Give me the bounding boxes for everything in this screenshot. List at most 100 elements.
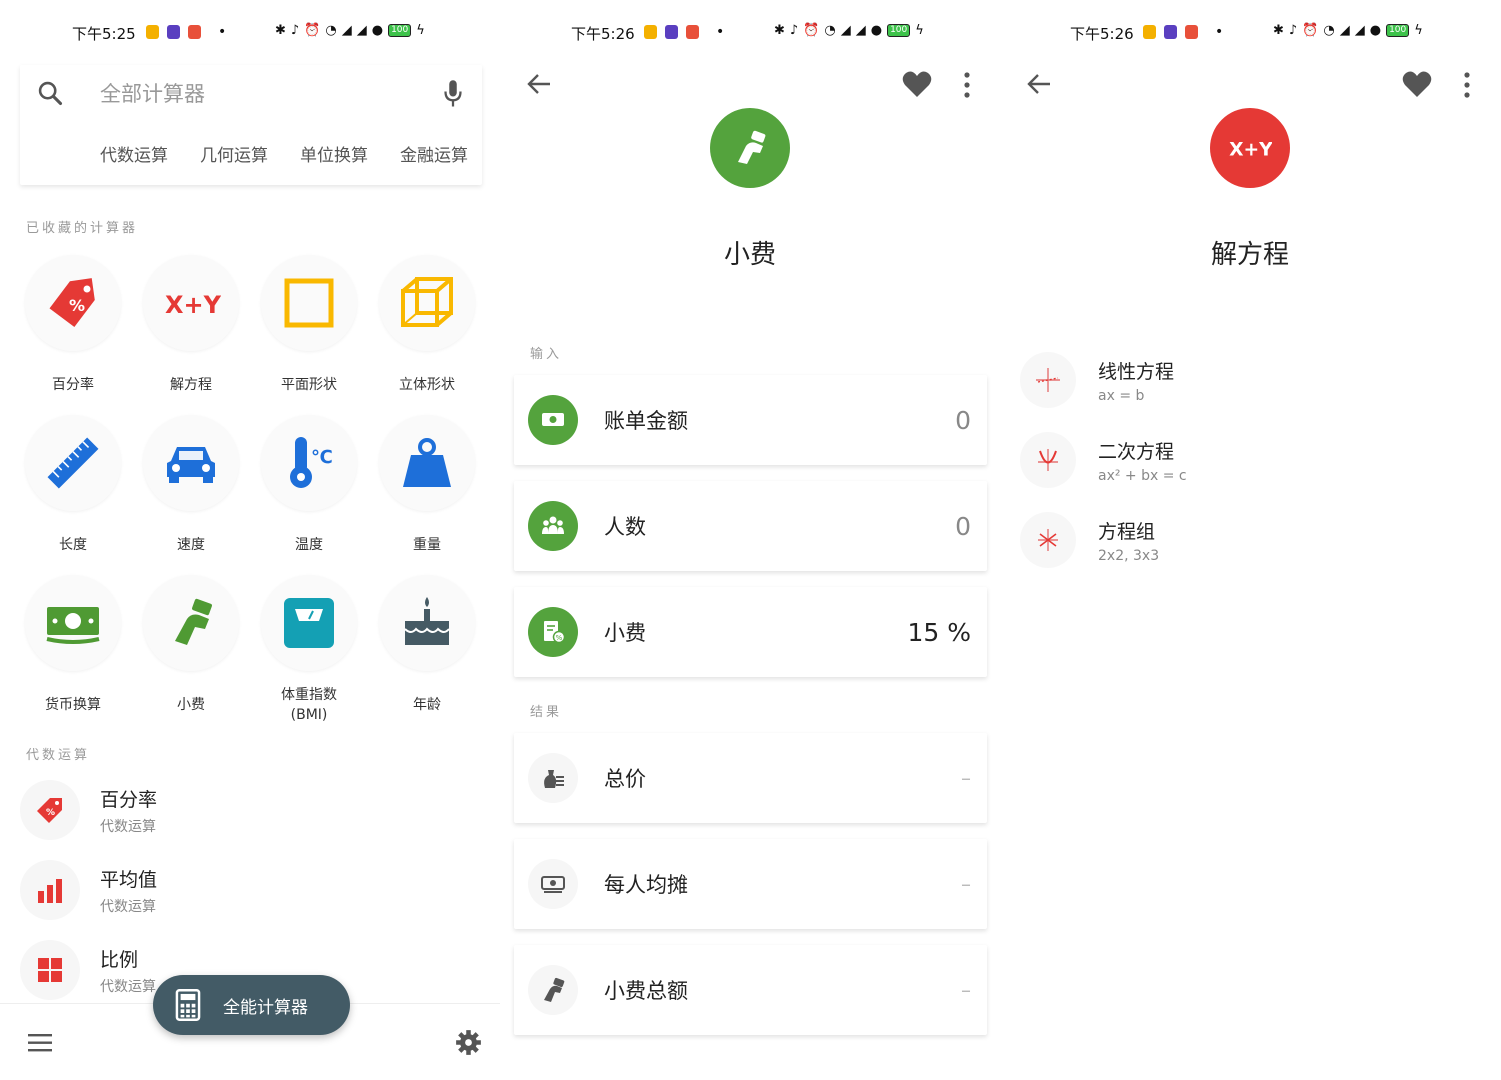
- list-item-title: 线性方程: [1098, 360, 1175, 383]
- tab-finance[interactable]: 金融运算: [400, 141, 468, 166]
- notification-app-icon: [644, 25, 657, 39]
- back-arrow-icon[interactable]: [1026, 72, 1052, 96]
- cube-icon: [401, 277, 453, 327]
- favorite-weight[interactable]: 重量: [368, 415, 486, 575]
- list-item-quadratic-equation[interactable]: 二次方程 ax² + bx = c: [1020, 420, 1480, 500]
- microphone-icon[interactable]: [442, 79, 464, 109]
- tip-percent-field[interactable]: % 小费 15 %: [514, 587, 987, 677]
- favorite-label: 解方程: [170, 377, 212, 393]
- back-arrow-icon[interactable]: [526, 72, 552, 96]
- gear-icon[interactable]: [455, 1029, 482, 1056]
- nfc-icon: ◔: [1323, 23, 1335, 38]
- bill-icon: [542, 413, 564, 426]
- bar-chart-icon: [38, 879, 62, 903]
- favorite-bmi[interactable]: 体重指数 (BMI): [250, 575, 368, 735]
- favorite-tip[interactable]: 小费: [132, 575, 250, 735]
- menu-icon[interactable]: [28, 1034, 52, 1052]
- tip-hero-icon: [710, 108, 790, 188]
- favorite-age[interactable]: 年龄: [368, 575, 486, 735]
- tip-percent-icon: %: [544, 621, 566, 644]
- list-item[interactable]: 平均值 代数运算: [20, 850, 480, 930]
- nfc-icon: ◔: [824, 23, 836, 38]
- category-tabs: 代数运算 几何运算 单位换算 金融运算: [100, 141, 468, 166]
- percent-tag-icon: %: [37, 798, 62, 823]
- favorite-plane-shapes[interactable]: 平面形状: [250, 255, 368, 415]
- people-icon: [542, 516, 564, 534]
- ruler-icon: [47, 437, 99, 489]
- status-indicators: ✱ ♪ ⏰ ◔ ◢ ◢ ● 100 ϟ: [774, 23, 924, 38]
- favorite-solid-shapes[interactable]: 立体形状: [368, 255, 486, 415]
- people-count-value[interactable]: 0: [955, 512, 971, 541]
- percent-tag-icon: %: [49, 278, 95, 328]
- favorite-heart-icon[interactable]: [1402, 70, 1432, 98]
- favorite-currency[interactable]: 货币换算: [14, 575, 132, 735]
- favorite-heart-icon[interactable]: [902, 70, 932, 98]
- money-bag-icon: [544, 770, 564, 788]
- svg-text:℃: ℃: [311, 447, 333, 468]
- favorite-label: 立体形状: [399, 377, 455, 393]
- status-dot: •: [1215, 24, 1224, 40]
- more-options-icon[interactable]: [1462, 72, 1472, 98]
- weight-icon: [403, 438, 451, 487]
- notification-app-icon: [1164, 25, 1177, 39]
- alarm-icon: ⏰: [304, 23, 321, 38]
- field-label: 每人均摊: [604, 873, 688, 897]
- system-graph-icon: [1038, 529, 1058, 551]
- list-item-title: 二次方程: [1098, 440, 1175, 463]
- tab-algebra[interactable]: 代数运算: [100, 141, 168, 166]
- favorites-grid: % 百分率 X+Y 解方程 平面形状 立体形状 长度 速度 ℃ 温度 重量 货币…: [14, 255, 494, 735]
- list-item-subtitle: 代数运算: [100, 978, 156, 995]
- algebra-list: % 百分率 代数运算 平均值 代数运算 比例 代数运算: [20, 770, 480, 1010]
- notification-app-icon: [1185, 25, 1198, 39]
- more-options-icon[interactable]: [962, 72, 972, 98]
- list-item-equation-system[interactable]: 方程组 2x2, 3x3: [1020, 500, 1480, 580]
- bill-amount-field[interactable]: 账单金额 0: [514, 375, 987, 465]
- signal-hd-icon: ◢: [356, 23, 367, 38]
- wifi-icon: ●: [1369, 23, 1382, 38]
- list-item-linear-equation[interactable]: 线性方程 ax = b: [1020, 340, 1480, 420]
- mute-icon: ♪: [789, 23, 799, 38]
- thermometer-icon: ℃: [290, 437, 333, 488]
- tip-percent-value[interactable]: 15 %: [907, 618, 971, 647]
- mute-icon: ♪: [1288, 23, 1298, 38]
- notification-app-icon: [146, 25, 159, 39]
- list-item[interactable]: % 百分率 代数运算: [20, 770, 480, 850]
- list-item-subtitle: ax = b: [1098, 387, 1145, 404]
- favorite-length[interactable]: 长度: [14, 415, 132, 575]
- favorite-equation[interactable]: X+Y 解方程: [132, 255, 250, 415]
- search-input[interactable]: [100, 79, 420, 109]
- status-dot: •: [716, 24, 725, 40]
- signal-icon: ◢: [341, 23, 352, 38]
- search-icon[interactable]: [36, 79, 64, 107]
- favorite-percentage[interactable]: % 百分率: [14, 255, 132, 415]
- tab-unit-conversion[interactable]: 单位换算: [300, 141, 368, 166]
- bill-amount-value[interactable]: 0: [955, 406, 971, 435]
- favorite-speed[interactable]: 速度: [132, 415, 250, 575]
- all-calculators-button[interactable]: 全能计算器: [153, 975, 350, 1035]
- people-count-field[interactable]: 人数 0: [514, 481, 987, 571]
- field-label: 总价: [604, 767, 646, 791]
- list-item-subtitle: ax² + bx = c: [1098, 467, 1187, 484]
- svg-text:%: %: [556, 634, 563, 642]
- field-label: 账单金额: [604, 409, 688, 433]
- favorite-temperature[interactable]: ℃ 温度: [250, 415, 368, 575]
- favorite-label: 百分率: [52, 377, 94, 393]
- signal-icon: ◢: [1339, 23, 1350, 38]
- battery-icon: 100: [1386, 24, 1410, 37]
- field-label: 小费: [604, 621, 646, 645]
- equation-icon: X+Y: [165, 291, 221, 319]
- list-item-subtitle: 代数运算: [100, 818, 156, 835]
- notification-app-icon: [167, 25, 180, 39]
- calculator-icon: [175, 989, 201, 1021]
- split-money-icon: [541, 876, 565, 893]
- input-section-label: 输入: [530, 347, 563, 362]
- mute-icon: ♪: [290, 23, 300, 38]
- favorite-label: 长度: [59, 537, 87, 553]
- screen-equation-solver: 下午5:26 • ✱ ♪ ⏰ ◔ ◢ ◢ ● 100 ϟ X+Y 解方程 线性方…: [1000, 0, 1501, 1080]
- list-item-title: 方程组: [1098, 520, 1156, 543]
- total-price-result: 总价 –: [514, 733, 987, 823]
- status-bar: 下午5:26 • ✱ ♪ ⏰ ◔ ◢ ◢ ● 100 ϟ: [1000, 0, 1501, 66]
- status-time: 下午5:26: [571, 25, 635, 43]
- tab-geometry[interactable]: 几何运算: [200, 141, 268, 166]
- status-bar: 下午5:25 • ✱ ♪ ⏰ ◔ ◢ ◢ ● 100 ϟ: [0, 0, 500, 66]
